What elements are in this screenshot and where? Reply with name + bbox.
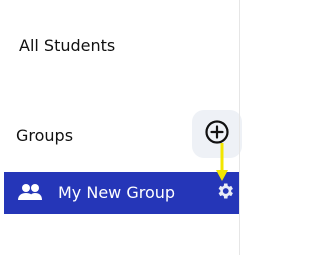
group-name-label: My New Group xyxy=(58,183,176,202)
people-icon xyxy=(16,182,44,204)
pane-divider xyxy=(239,0,240,255)
all-students-link[interactable]: All Students xyxy=(19,36,115,55)
annotation-arrow xyxy=(216,143,228,181)
sidebar-panel: All Students Groups My New Group xyxy=(0,0,242,255)
groups-heading: Groups xyxy=(16,126,74,145)
gear-icon xyxy=(215,181,235,205)
group-row-selected[interactable]: My New Group xyxy=(4,172,240,214)
group-settings-button[interactable] xyxy=(214,182,236,204)
